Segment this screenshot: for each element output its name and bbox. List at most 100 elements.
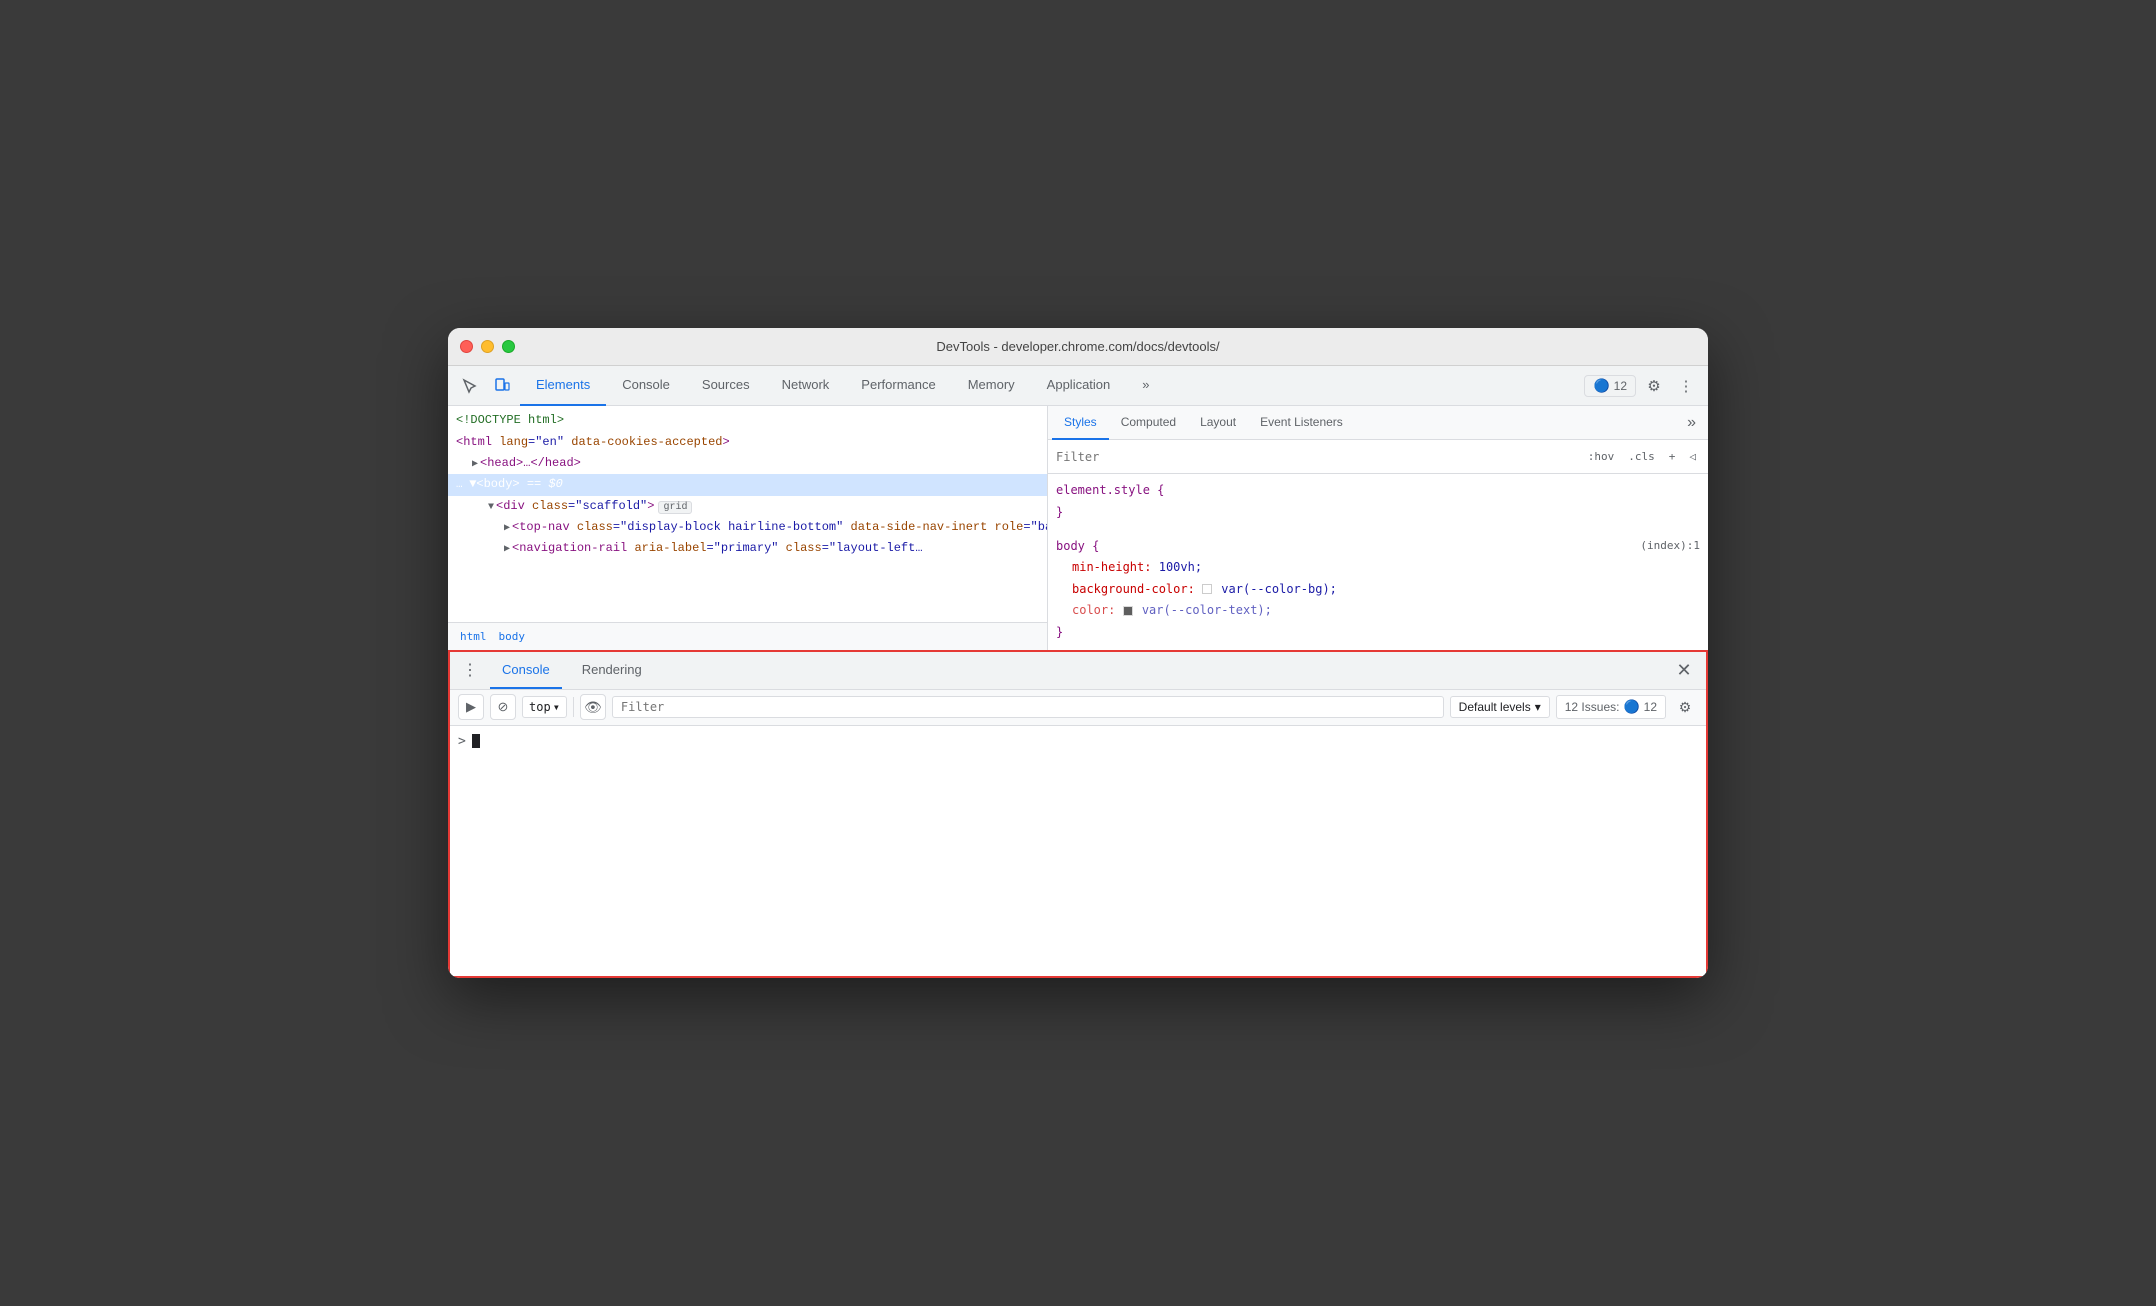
dom-line-div-scaffold[interactable]: ▼<div class="scaffold">grid — [448, 496, 1047, 517]
clear-icon: ⊘ — [498, 699, 509, 715]
console-toolbar: ▶ ⊘ top ▾ 👁 Default levels ▾ — [450, 690, 1706, 726]
inspector-icon[interactable] — [456, 372, 484, 400]
element-style-selector[interactable]: element.style { — [1056, 483, 1164, 497]
toolbar-divider — [573, 697, 574, 717]
toggle-sidebar-button[interactable]: ◁ — [1685, 448, 1700, 465]
dom-line-doctype[interactable]: <!DOCTYPE html> — [448, 410, 1047, 431]
devtools-body: Elements Console Sources Network Perform… — [448, 366, 1708, 977]
grid-badge[interactable]: grid — [658, 501, 692, 514]
filter-actions: :hov .cls + ◁ — [1584, 448, 1700, 465]
console-prompt: > — [458, 734, 480, 749]
tab-elements[interactable]: Elements — [520, 366, 606, 406]
cls-button[interactable]: .cls — [1624, 448, 1659, 465]
cursor — [472, 734, 480, 748]
drawer-close-button[interactable]: ✕ — [1670, 656, 1698, 684]
style-rule-body: body { (index):1 min-height: 100vh; back… — [1048, 534, 1708, 646]
more-icon: ⋮ — [1679, 377, 1694, 395]
issues-badge[interactable]: 🔵 12 — [1584, 375, 1636, 397]
tab-memory[interactable]: Memory — [952, 366, 1031, 406]
doctype-text: <!DOCTYPE html> — [456, 413, 564, 427]
color-prop[interactable]: color: — [1072, 603, 1115, 617]
drawer-tab-rendering[interactable]: Rendering — [570, 651, 654, 689]
body-close: } — [1056, 625, 1063, 639]
breadcrumb-html[interactable]: html — [456, 628, 491, 645]
toolbar-right: 🔵 12 ⚙ ⋮ — [1584, 372, 1700, 400]
console-issues-label: 12 Issues: — [1565, 700, 1620, 714]
minimize-button[interactable] — [481, 340, 494, 353]
tab-console[interactable]: Console — [606, 366, 686, 406]
element-style-close: } — [1056, 505, 1063, 519]
console-content[interactable]: > — [450, 726, 1706, 976]
styles-more-tabs[interactable]: » — [1679, 414, 1704, 432]
tab-more[interactable]: » — [1126, 366, 1165, 406]
issues-icon: 🔵 — [1593, 378, 1609, 394]
hov-button[interactable]: :hov — [1584, 448, 1619, 465]
tab-application[interactable]: Application — [1031, 366, 1127, 406]
styles-tab-styles[interactable]: Styles — [1052, 406, 1109, 440]
drawer-tab-console[interactable]: Console — [490, 651, 562, 689]
top-context-selector[interactable]: top ▾ — [522, 696, 567, 718]
console-settings-icon: ⚙ — [1679, 699, 1692, 716]
bg-color-val: var(--color-bg); — [1221, 582, 1337, 596]
console-filter-input[interactable] — [612, 696, 1444, 718]
maximize-button[interactable] — [502, 340, 515, 353]
eye-button[interactable]: 👁 — [580, 694, 606, 720]
styles-tab-bar: Styles Computed Layout Event Listeners » — [1048, 406, 1708, 440]
main-tab-bar: Elements Console Sources Network Perform… — [520, 366, 1580, 406]
prompt-arrow-icon: > — [458, 734, 466, 749]
execute-icon: ▶ — [466, 699, 476, 715]
dom-panel: <!DOCTYPE html> <html lang="en" data-coo… — [448, 406, 1048, 649]
body-selector[interactable]: body { — [1056, 539, 1099, 553]
styles-content: element.style { } body { (index):1 min-h… — [1048, 474, 1708, 649]
triangle-nav-icon: ▶ — [504, 523, 510, 534]
dom-tree[interactable]: <!DOCTYPE html> <html lang="en" data-coo… — [448, 406, 1047, 621]
tab-network[interactable]: Network — [766, 366, 846, 406]
execute-button[interactable]: ▶ — [458, 694, 484, 720]
styles-tab-layout[interactable]: Layout — [1188, 406, 1248, 440]
main-content: <!DOCTYPE html> <html lang="en" data-coo… — [448, 406, 1708, 649]
title-bar: DevTools - developer.chrome.com/docs/dev… — [448, 328, 1708, 366]
bg-color-swatch[interactable] — [1202, 584, 1212, 594]
clear-console-button[interactable]: ⊘ — [490, 694, 516, 720]
tab-sources[interactable]: Sources — [686, 366, 766, 406]
min-height-val: 100vh; — [1159, 560, 1202, 574]
min-height-prop[interactable]: min-height: — [1072, 560, 1151, 574]
console-issues-count: 12 — [1644, 700, 1657, 714]
traffic-lights — [460, 340, 515, 353]
html-open-tag: <html — [456, 435, 499, 449]
devtools-window: DevTools - developer.chrome.com/docs/dev… — [448, 328, 1708, 977]
styles-filter-bar: :hov .cls + ◁ — [1048, 440, 1708, 474]
dom-line-top-nav[interactable]: ▶<top-nav class="display-block hairline-… — [448, 517, 1047, 538]
ellipsis-icon: … — [456, 479, 469, 491]
color-swatch[interactable] — [1123, 606, 1133, 616]
add-style-button[interactable]: + — [1665, 448, 1680, 465]
dom-line-nav-rail[interactable]: ▶<navigation-rail aria-label="primary" c… — [448, 538, 1047, 559]
default-levels-button[interactable]: Default levels ▾ — [1450, 696, 1550, 718]
styles-tab-event-listeners[interactable]: Event Listeners — [1248, 406, 1355, 440]
device-toolbar-icon[interactable] — [488, 372, 516, 400]
settings-icon: ⚙ — [1647, 377, 1660, 395]
body-origin[interactable]: (index):1 — [1640, 536, 1700, 556]
more-options-button[interactable]: ⋮ — [1672, 372, 1700, 400]
drawer-menu-button[interactable]: ⋮ — [458, 658, 482, 682]
triangle-div-icon: ▼ — [488, 502, 494, 513]
style-rule-element: element.style { } — [1048, 478, 1708, 525]
settings-button[interactable]: ⚙ — [1640, 372, 1668, 400]
styles-panel: Styles Computed Layout Event Listeners »… — [1048, 406, 1708, 649]
close-button[interactable] — [460, 340, 473, 353]
dom-line-body[interactable]: … ▼<body> == $0 — [448, 474, 1047, 496]
console-settings-button[interactable]: ⚙ — [1672, 694, 1698, 720]
styles-tab-computed[interactable]: Computed — [1109, 406, 1188, 440]
dom-line-html[interactable]: <html lang="en" data-cookies-accepted> — [448, 432, 1047, 453]
issues-count: 12 — [1614, 379, 1627, 393]
styles-filter-input[interactable] — [1056, 450, 1576, 464]
console-issues-badge[interactable]: 12 Issues: 🔵 12 — [1556, 695, 1666, 719]
breadcrumb-body[interactable]: body — [495, 628, 530, 645]
tab-performance[interactable]: Performance — [845, 366, 951, 406]
dom-line-head[interactable]: ▶<head>…</head> — [448, 453, 1047, 474]
color-val: var(--color-text); — [1142, 603, 1272, 617]
bg-color-prop[interactable]: background-color: — [1072, 582, 1195, 596]
triangle-head-icon: ▶ — [472, 459, 478, 470]
bottom-drawer: ⋮ Console Rendering ✕ ▶ ⊘ top ▾ — [448, 650, 1708, 978]
window-title: DevTools - developer.chrome.com/docs/dev… — [936, 339, 1219, 354]
